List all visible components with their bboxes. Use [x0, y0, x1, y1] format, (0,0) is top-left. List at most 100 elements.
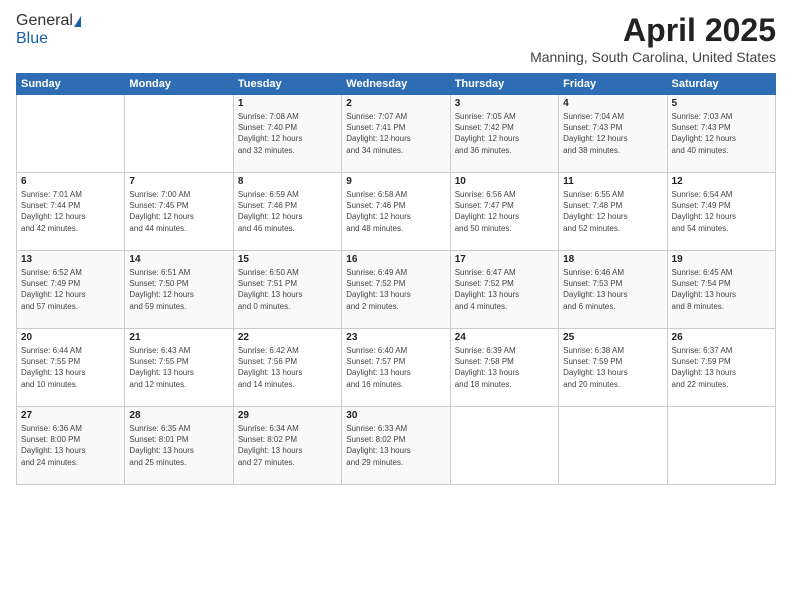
calendar-cell: 28 Sunrise: 6:35 AM Sunset: 8:01 PM Dayli…: [125, 407, 233, 485]
day-info: Sunrise: 7:08 AM Sunset: 7:40 PM Dayligh…: [238, 111, 337, 156]
day-info: Sunrise: 6:39 AM Sunset: 7:58 PM Dayligh…: [455, 345, 554, 390]
day-of-week-header: Friday: [559, 74, 667, 95]
calendar-cell: 25 Sunrise: 6:38 AM Sunset: 7:59 PM Dayli…: [559, 329, 667, 407]
day-of-week-header: Tuesday: [233, 74, 341, 95]
calendar-cell: 1Sunrise: 7:08 AM Sunset: 7:40 PM Daylig…: [233, 95, 341, 173]
calendar-cell: 16 Sunrise: 6:49 AM Sunset: 7:52 PM Dayli…: [342, 251, 450, 329]
title-block: April 2025 Manning, South Carolina, Unit…: [530, 12, 776, 65]
day-info: Sunrise: 6:40 AM Sunset: 7:57 PM Dayligh…: [346, 345, 445, 390]
calendar-week-row: 13 Sunrise: 6:52 AM Sunset: 7:49 PM Dayli…: [17, 251, 776, 329]
calendar-cell: 23 Sunrise: 6:40 AM Sunset: 7:57 PM Dayli…: [342, 329, 450, 407]
day-info: Sunrise: 6:43 AM Sunset: 7:55 PM Dayligh…: [129, 345, 228, 390]
day-number: 16: [346, 254, 445, 265]
day-info: Sunrise: 6:35 AM Sunset: 8:01 PM Dayligh…: [129, 423, 228, 468]
calendar-week-row: 6 Sunrise: 7:01 AM Sunset: 7:44 PM Daylig…: [17, 173, 776, 251]
day-info: Sunrise: 6:45 AM Sunset: 7:54 PM Dayligh…: [672, 267, 771, 312]
day-number: 9: [346, 176, 445, 187]
logo-blue-text: Blue: [16, 30, 48, 48]
day-info: Sunrise: 6:34 AM Sunset: 8:02 PM Dayligh…: [238, 423, 337, 468]
logo-general-text: General: [16, 12, 73, 30]
calendar-week-row: 1Sunrise: 7:08 AM Sunset: 7:40 PM Daylig…: [17, 95, 776, 173]
day-number: 3: [455, 98, 554, 109]
calendar-table: SundayMondayTuesdayWednesdayThursdayFrid…: [16, 73, 776, 485]
day-number: 25: [563, 332, 662, 343]
calendar-cell: 11Sunrise: 6:55 AM Sunset: 7:48 PM Dayli…: [559, 173, 667, 251]
calendar-cell: 18 Sunrise: 6:46 AM Sunset: 7:53 PM Dayli…: [559, 251, 667, 329]
day-info: Sunrise: 7:05 AM Sunset: 7:42 PM Dayligh…: [455, 111, 554, 156]
day-number: 28: [129, 410, 228, 421]
day-of-week-header: Monday: [125, 74, 233, 95]
page: General Blue April 2025 Manning, South C…: [0, 0, 792, 612]
day-info: Sunrise: 6:50 AM Sunset: 7:51 PM Dayligh…: [238, 267, 337, 312]
calendar-cell: 14 Sunrise: 6:51 AM Sunset: 7:50 PM Dayli…: [125, 251, 233, 329]
day-info: Sunrise: 6:58 AM Sunset: 7:46 PM Dayligh…: [346, 189, 445, 234]
calendar-cell: 19 Sunrise: 6:45 AM Sunset: 7:54 PM Dayli…: [667, 251, 775, 329]
logo: General Blue: [16, 12, 82, 48]
day-of-week-header: Thursday: [450, 74, 558, 95]
calendar-header-row: SundayMondayTuesdayWednesdayThursdayFrid…: [17, 74, 776, 95]
calendar-cell: 4 Sunrise: 7:04 AM Sunset: 7:43 PM Daylig…: [559, 95, 667, 173]
day-info: Sunrise: 7:01 AM Sunset: 7:44 PM Dayligh…: [21, 189, 120, 234]
day-info: Sunrise: 6:33 AM Sunset: 8:02 PM Dayligh…: [346, 423, 445, 468]
header: General Blue April 2025 Manning, South C…: [16, 12, 776, 65]
day-info: Sunrise: 6:47 AM Sunset: 7:52 PM Dayligh…: [455, 267, 554, 312]
day-number: 8: [238, 176, 337, 187]
month-title: April 2025: [530, 12, 776, 49]
day-number: 17: [455, 254, 554, 265]
calendar-cell: 3 Sunrise: 7:05 AM Sunset: 7:42 PM Daylig…: [450, 95, 558, 173]
calendar-cell: 7 Sunrise: 7:00 AM Sunset: 7:45 PM Daylig…: [125, 173, 233, 251]
day-info: Sunrise: 6:52 AM Sunset: 7:49 PM Dayligh…: [21, 267, 120, 312]
day-number: 15: [238, 254, 337, 265]
day-info: Sunrise: 6:42 AM Sunset: 7:56 PM Dayligh…: [238, 345, 337, 390]
day-number: 12: [672, 176, 771, 187]
day-info: Sunrise: 6:51 AM Sunset: 7:50 PM Dayligh…: [129, 267, 228, 312]
calendar-cell: 22 Sunrise: 6:42 AM Sunset: 7:56 PM Dayli…: [233, 329, 341, 407]
calendar-cell: 8 Sunrise: 6:59 AM Sunset: 7:46 PM Daylig…: [233, 173, 341, 251]
day-info: Sunrise: 7:03 AM Sunset: 7:43 PM Dayligh…: [672, 111, 771, 156]
calendar-cell: [17, 95, 125, 173]
location-title: Manning, South Carolina, United States: [530, 49, 776, 65]
calendar-week-row: 20Sunrise: 6:44 AM Sunset: 7:55 PM Dayli…: [17, 329, 776, 407]
day-number: 4: [563, 98, 662, 109]
day-number: 13: [21, 254, 120, 265]
day-of-week-header: Wednesday: [342, 74, 450, 95]
day-info: Sunrise: 6:55 AM Sunset: 7:48 PM Dayligh…: [563, 189, 662, 234]
day-info: Sunrise: 7:07 AM Sunset: 7:41 PM Dayligh…: [346, 111, 445, 156]
calendar-cell: [667, 407, 775, 485]
calendar-cell: 17 Sunrise: 6:47 AM Sunset: 7:52 PM Dayli…: [450, 251, 558, 329]
day-of-week-header: Saturday: [667, 74, 775, 95]
day-number: 10: [455, 176, 554, 187]
calendar-cell: 12 Sunrise: 6:54 AM Sunset: 7:49 PM Dayli…: [667, 173, 775, 251]
calendar-cell: 26 Sunrise: 6:37 AM Sunset: 7:59 PM Dayli…: [667, 329, 775, 407]
day-number: 22: [238, 332, 337, 343]
day-info: Sunrise: 7:04 AM Sunset: 7:43 PM Dayligh…: [563, 111, 662, 156]
calendar-cell: 9 Sunrise: 6:58 AM Sunset: 7:46 PM Daylig…: [342, 173, 450, 251]
calendar-cell: 29 Sunrise: 6:34 AM Sunset: 8:02 PM Dayli…: [233, 407, 341, 485]
calendar-cell: 27Sunrise: 6:36 AM Sunset: 8:00 PM Dayli…: [17, 407, 125, 485]
day-number: 7: [129, 176, 228, 187]
day-number: 26: [672, 332, 771, 343]
day-number: 30: [346, 410, 445, 421]
day-number: 14: [129, 254, 228, 265]
day-info: Sunrise: 6:59 AM Sunset: 7:46 PM Dayligh…: [238, 189, 337, 234]
day-info: Sunrise: 6:49 AM Sunset: 7:52 PM Dayligh…: [346, 267, 445, 312]
day-info: Sunrise: 6:36 AM Sunset: 8:00 PM Dayligh…: [21, 423, 120, 468]
day-number: 24: [455, 332, 554, 343]
day-info: Sunrise: 6:44 AM Sunset: 7:55 PM Dayligh…: [21, 345, 120, 390]
calendar-cell: 2Sunrise: 7:07 AM Sunset: 7:41 PM Daylig…: [342, 95, 450, 173]
calendar-cell: 13 Sunrise: 6:52 AM Sunset: 7:49 PM Dayli…: [17, 251, 125, 329]
day-info: Sunrise: 6:54 AM Sunset: 7:49 PM Dayligh…: [672, 189, 771, 234]
day-info: Sunrise: 6:46 AM Sunset: 7:53 PM Dayligh…: [563, 267, 662, 312]
day-info: Sunrise: 6:56 AM Sunset: 7:47 PM Dayligh…: [455, 189, 554, 234]
calendar-cell: [559, 407, 667, 485]
day-info: Sunrise: 7:00 AM Sunset: 7:45 PM Dayligh…: [129, 189, 228, 234]
day-info: Sunrise: 6:38 AM Sunset: 7:59 PM Dayligh…: [563, 345, 662, 390]
day-number: 18: [563, 254, 662, 265]
day-number: 23: [346, 332, 445, 343]
calendar-cell: 6 Sunrise: 7:01 AM Sunset: 7:44 PM Daylig…: [17, 173, 125, 251]
calendar-cell: 20Sunrise: 6:44 AM Sunset: 7:55 PM Dayli…: [17, 329, 125, 407]
day-number: 19: [672, 254, 771, 265]
day-number: 6: [21, 176, 120, 187]
day-info: Sunrise: 6:37 AM Sunset: 7:59 PM Dayligh…: [672, 345, 771, 390]
day-number: 29: [238, 410, 337, 421]
